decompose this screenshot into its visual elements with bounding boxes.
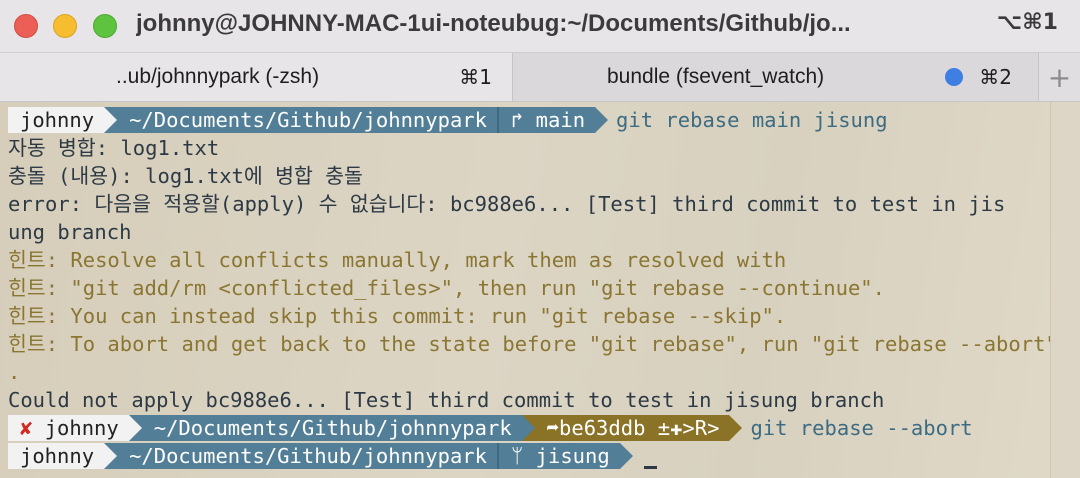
tab-zsh[interactable]: ..ub/johnnypark (-zsh) ⌘1 [0,53,513,101]
title-bar: johnny@JOHNNY-MAC-1ui-noteubug:~/Documen… [0,0,1080,52]
hint-line: . [8,360,21,384]
window-shortcut: ⌥⌘1 [996,10,1058,35]
branch-name: jisung [523,444,610,468]
prompt-branch: ↱ main [498,107,596,133]
prompt-user: johnny [44,416,119,440]
prompt-line: ✘ johnny ~/Documents/Github/johnnypark ➦… [8,415,983,441]
maximize-button[interactable] [93,14,117,38]
powerline-separator [729,415,743,441]
tab-label: ..ub/johnnypark (-zsh) [116,65,320,88]
prompt-user: johnny [8,443,105,469]
prompt-directory: ~/Documents/Github/johnnypark [117,107,497,133]
tab-label: bundle (fsevent_watch) [607,65,825,88]
window-title: johnny@JOHNNY-MAC-1ui-noteubug:~/Documen… [136,10,851,37]
output-line: 충돌 (내용): log1.txt에 병합 충돌 [8,164,363,188]
prompt-directory: ~/Documents/Github/johnnypark [117,443,497,469]
powerline-separator [104,107,118,133]
prompt-directory: ~/Documents/Github/johnnypark [141,415,522,441]
powerline-separator [104,443,118,469]
command-args: rebase main jisung [653,108,888,132]
error-x-icon: ✘ [20,416,33,440]
prompt-user-segment: ✘ johnny [8,415,129,441]
command-git: git [750,416,788,440]
prompt-line: johnny ~/Documents/Github/johnnypark ᛘ j… [8,443,633,469]
output-line: 자동 병합: log1.txt [8,136,220,160]
scrollbar-track[interactable] [1050,102,1080,478]
terminal-output[interactable]: johnny ~/Documents/Github/johnnypark ↱ m… [0,102,1080,478]
powerline-separator [595,107,609,133]
minimize-button[interactable] [53,14,77,38]
tab-shortcut: ⌘1 [459,65,492,89]
powerline-separator [521,415,535,441]
command-text: git rebase main jisung [608,107,898,133]
hint-line: 힌트: To abort and get back to the state b… [8,332,1058,356]
text-cursor [644,466,657,469]
command-args: rebase --abort [787,416,973,440]
output-line: Could not apply bc988e6... [Test] third … [8,388,885,412]
prompt-rebase-status: ➦be63ddb ±✚>R> [534,415,730,441]
prompt-branch: ᛘ jisung [498,443,620,469]
activity-dot-icon [945,68,963,86]
tab-bar: ..ub/johnnypark (-zsh) ⌘1 bundle (fseven… [0,52,1080,102]
output-line: error: 다음을 적용할(apply) 수 없습니다: bc988e6...… [8,192,1006,216]
prompt-line: johnny ~/Documents/Github/johnnypark ↱ m… [8,107,898,133]
close-button[interactable] [14,14,38,38]
hint-line: 힌트: "git add/rm <conflicted_files>", the… [8,276,885,300]
powerline-separator [128,415,142,441]
tab-bundle[interactable]: bundle (fsevent_watch) ⌘2 [513,53,1038,101]
hint-line: 힌트: Resolve all conflicts manually, mark… [8,248,787,272]
powerline-separator [619,443,633,469]
new-tab-button[interactable]: + [1038,53,1080,101]
branch-icon: ᛘ [510,444,524,468]
terminal-window: johnny@JOHNNY-MAC-1ui-noteubug:~/Documen… [0,0,1080,478]
command-text: git rebase --abort [742,415,982,441]
tab-shortcut: ⌘2 [979,65,1012,89]
command-git: git [616,108,654,132]
hint-line: 힌트: You can instead skip this commit: ru… [8,304,787,328]
output-line: ung branch [8,220,132,244]
prompt-user: johnny [8,107,105,133]
